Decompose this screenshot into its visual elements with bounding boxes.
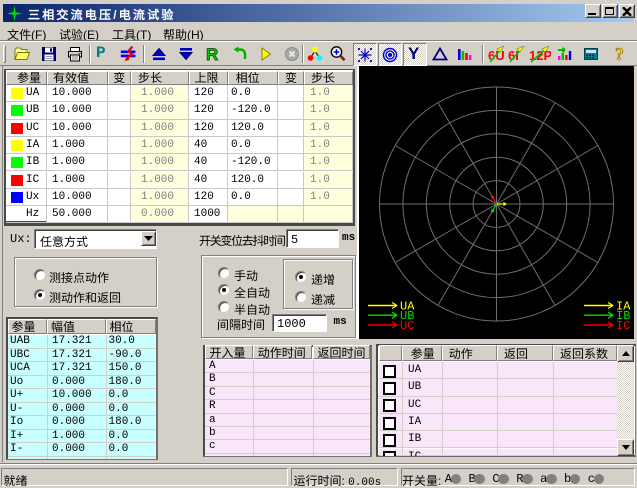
svg-text:?: ? (615, 44, 624, 64)
svg-text:R: R (206, 45, 218, 64)
svg-text:6I: 6I (508, 48, 519, 63)
svg-text:UC: UC (400, 319, 414, 333)
svg-text:IC: IC (616, 319, 630, 333)
